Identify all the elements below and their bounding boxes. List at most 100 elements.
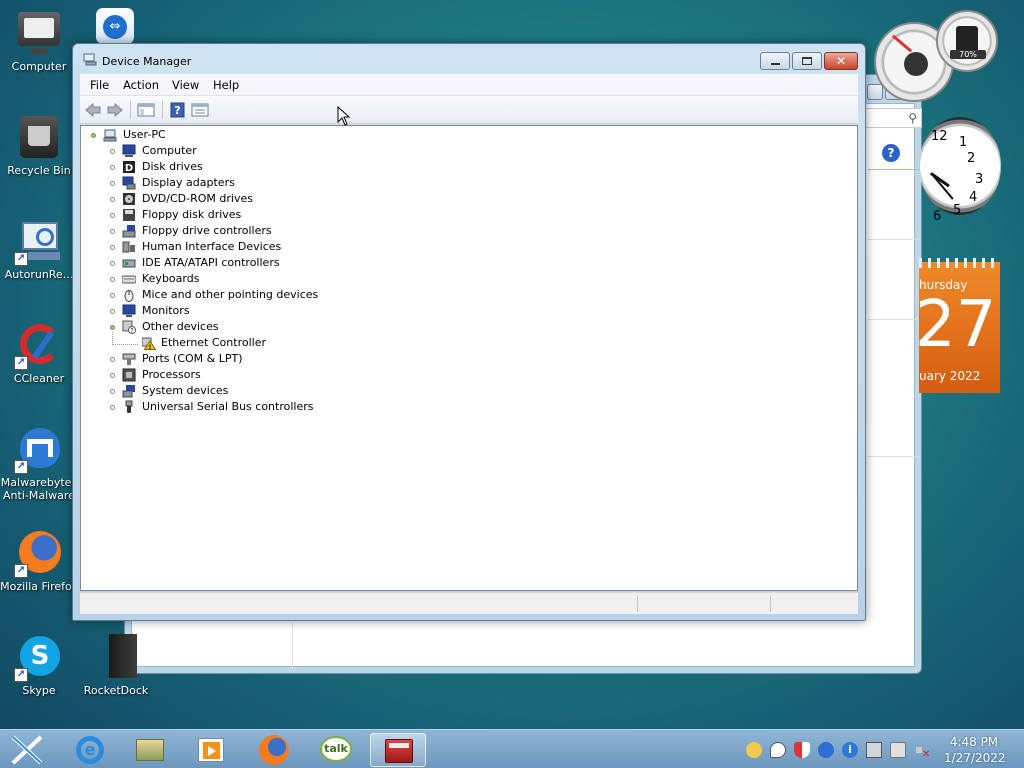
background-search-box[interactable]: ⚲: [862, 108, 922, 128]
floppy-disk-icon: [123, 209, 135, 221]
root-expander[interactable]: [91, 133, 96, 138]
desktop-icon-autorun[interactable]: ↗ AutorunRe...: [0, 218, 79, 281]
tree-item[interactable]: Other devices: [142, 319, 219, 335]
firefox-icon: ↗: [14, 530, 62, 578]
tree-expander[interactable]: [110, 357, 115, 362]
memory-meter-gadget[interactable]: 70%: [936, 10, 998, 72]
menu-help[interactable]: Help: [213, 78, 239, 92]
taskbar-media-player[interactable]: [184, 733, 240, 767]
tree-item[interactable]: Human Interface Devices: [142, 239, 281, 255]
forward-arrow-icon[interactable]: [106, 102, 124, 118]
desktop-icon-firefox[interactable]: ↗ Mozilla Firefox: [0, 530, 79, 593]
tree-item[interactable]: System devices: [142, 383, 228, 399]
firefox-icon: [259, 735, 289, 765]
taskbar-file-explorer[interactable]: [122, 733, 178, 767]
device-manager-icon: [83, 53, 97, 66]
clock-gadget[interactable]: 12 1 2 3 4 5 6: [919, 117, 1001, 224]
tray-chat-icon[interactable]: [770, 742, 786, 758]
tree-item[interactable]: Monitors: [142, 303, 190, 319]
shortcut-arrow-icon: ↗: [14, 252, 28, 266]
tree-expander[interactable]: [110, 245, 115, 250]
dvd-drive-icon: [123, 193, 135, 205]
clock-number: 2: [967, 151, 976, 166]
tree-item[interactable]: Computer: [142, 143, 197, 159]
divider: [868, 319, 920, 320]
monitor-icon: [122, 304, 136, 317]
taskbar-device-manager[interactable]: [370, 733, 426, 767]
tree-expander[interactable]: [110, 197, 115, 202]
tree-item[interactable]: IDE ATA/ATAPI controllers: [142, 255, 280, 271]
back-arrow-icon[interactable]: [84, 102, 102, 118]
tree-expander[interactable]: [110, 277, 115, 282]
help-icon[interactable]: ?: [882, 144, 900, 162]
tree-expander[interactable]: [110, 165, 115, 170]
teamviewer-icon[interactable]: ⇔: [96, 8, 134, 44]
tree-item[interactable]: Ports (COM & LPT): [142, 351, 243, 367]
desktop-icon-label: Skype: [22, 684, 56, 697]
tree-expander-open[interactable]: [110, 325, 115, 330]
properties-icon[interactable]: [191, 102, 209, 118]
tree-item-child[interactable]: Ethernet Controller: [161, 335, 266, 351]
shortcut-arrow-icon: ↗: [14, 564, 28, 578]
tree-expander[interactable]: [110, 229, 115, 234]
tray-network-icon[interactable]: [866, 742, 882, 758]
mouse-cursor-icon: [337, 106, 351, 126]
menu-view[interactable]: View: [172, 78, 199, 92]
desktop-icon-label: Mozilla Firefox: [0, 580, 78, 593]
tree-expander[interactable]: [110, 213, 115, 218]
device-tree[interactable]: User-PC Computer D Disk drives Display a…: [80, 125, 858, 591]
tree-item[interactable]: Floppy disk drives: [142, 207, 241, 223]
tray-volume-muted-icon[interactable]: ✕: [914, 742, 930, 760]
tree-item[interactable]: DVD/CD-ROM drives: [142, 191, 253, 207]
title-bar[interactable]: Device Manager ✕: [73, 44, 865, 74]
desktop-icon-rocketdock[interactable]: RocketDock: [76, 634, 156, 697]
calendar-rings: [919, 258, 1000, 268]
tree-item[interactable]: Keyboards: [142, 271, 199, 287]
desktop-icon-skype[interactable]: S ↗ Skype: [0, 634, 79, 697]
tree-expander[interactable]: [110, 149, 115, 154]
tray-time[interactable]: 4:48 PM: [946, 735, 1002, 749]
tree-item[interactable]: Processors: [142, 367, 201, 383]
tree-item[interactable]: Universal Serial Bus controllers: [142, 399, 313, 415]
desktop-icon-malwarebytes[interactable]: ↗ Malwarebytes Anti-Malware: [0, 426, 79, 502]
tray-bluetooth-icon[interactable]: [818, 742, 834, 758]
taskbar-firefox[interactable]: [246, 733, 302, 767]
minimize-button[interactable]: [760, 52, 790, 70]
tray-date[interactable]: 1/27/2022: [944, 751, 1006, 765]
taskbar-gtalk[interactable]: talk: [308, 733, 364, 767]
menu-action[interactable]: Action: [123, 78, 159, 92]
tree-expander[interactable]: [110, 373, 115, 378]
tray-people-icon[interactable]: [746, 742, 762, 758]
start-button[interactable]: [2, 733, 52, 767]
tree-expander[interactable]: [110, 261, 115, 266]
tree-root-label[interactable]: User-PC: [123, 127, 166, 143]
tray-power-icon[interactable]: [890, 742, 906, 758]
svg-text:!: !: [149, 344, 152, 350]
tree-item[interactable]: Mice and other pointing devices: [142, 287, 318, 303]
tree-item[interactable]: Disk drives: [142, 159, 203, 175]
taskbar-internet-explorer[interactable]: e: [62, 733, 118, 767]
tree-expander[interactable]: [110, 181, 115, 186]
tree-item[interactable]: Display adapters: [142, 175, 235, 191]
tray-info-icon[interactable]: i: [842, 742, 858, 758]
tree-expander[interactable]: [110, 405, 115, 410]
background-maximize-button[interactable]: [867, 84, 883, 100]
shortcut-arrow-icon: ↗: [14, 356, 28, 370]
desktop-icon-ccleaner[interactable]: ↗ CCleaner: [0, 322, 79, 385]
internet-explorer-icon: e: [76, 736, 104, 764]
maximize-button[interactable]: [792, 52, 822, 70]
show-hide-console-tree-icon[interactable]: [137, 102, 155, 118]
tree-expander[interactable]: [110, 389, 115, 394]
desktop-icon-recycle-bin[interactable]: Recycle Bin: [0, 114, 79, 177]
menu-file[interactable]: File: [90, 78, 109, 92]
desktop-icon-computer[interactable]: Computer: [0, 10, 79, 73]
close-button[interactable]: ✕: [824, 52, 858, 70]
tree-expander[interactable]: [110, 293, 115, 298]
taskbar: e talk i ✕ 4:48 PM 1/27/2022: [0, 729, 1024, 768]
tree-expander[interactable]: [110, 309, 115, 314]
tray-shield-icon[interactable]: [794, 742, 810, 758]
window-title: Device Manager: [102, 55, 192, 68]
tree-item[interactable]: Floppy drive controllers: [142, 223, 272, 239]
calendar-gadget[interactable]: hursday 27 uary 2022: [915, 258, 1000, 393]
help-icon[interactable]: ?: [169, 102, 187, 118]
